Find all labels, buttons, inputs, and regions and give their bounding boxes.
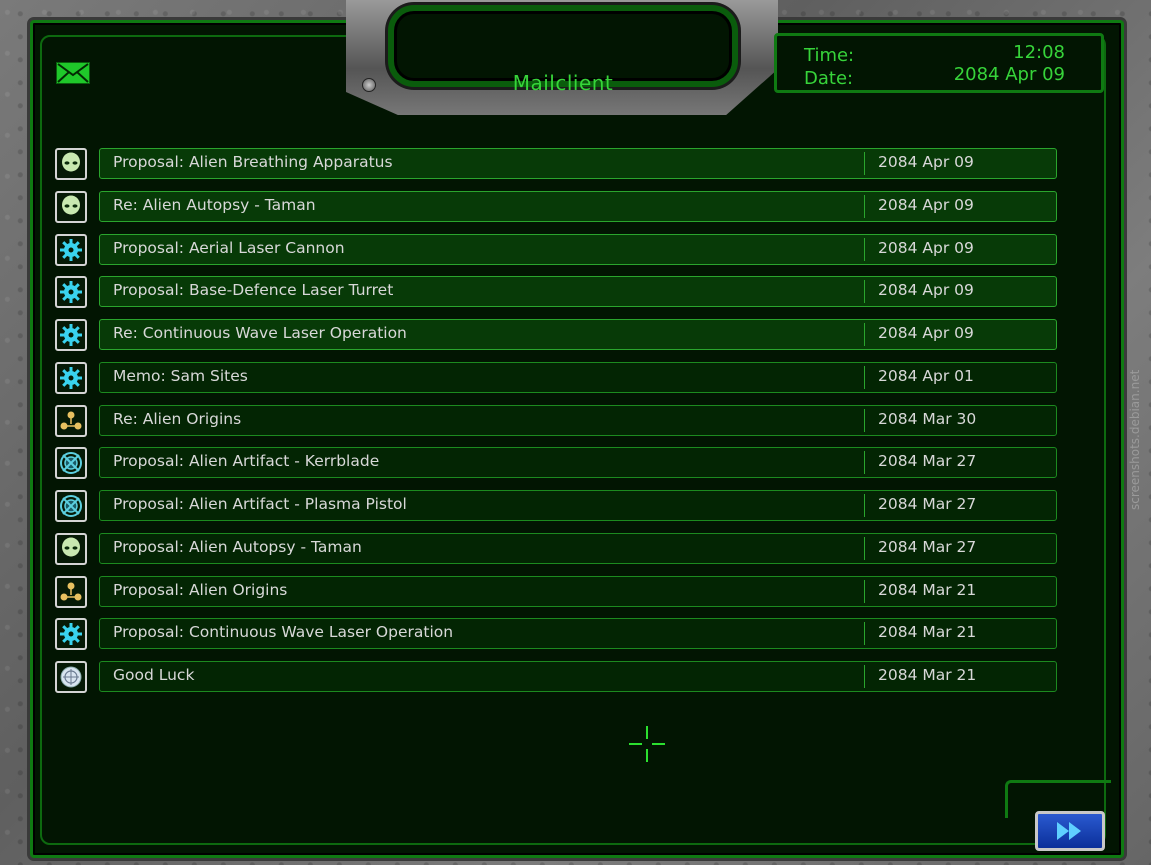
gear-icon <box>55 276 87 308</box>
message-subject: Memo: Sam Sites <box>113 367 248 385</box>
column-divider <box>864 152 865 175</box>
message-row[interactable]: Proposal: Continuous Wave Laser Operatio… <box>55 618 1057 650</box>
message-row[interactable]: Proposal: Alien Origins 2084 Mar 21 <box>55 576 1057 608</box>
alien-head-icon <box>55 191 87 223</box>
title-box: Mailclient <box>388 5 738 95</box>
gear-icon <box>55 362 87 394</box>
message-date: 2084 Mar 27 <box>878 452 977 470</box>
fast-forward-icon <box>1057 822 1081 840</box>
continue-button[interactable] <box>1035 811 1105 851</box>
date-value: 2084 Apr 09 <box>953 64 1065 85</box>
message-date: 2084 Apr 01 <box>878 367 974 385</box>
message-subject: Proposal: Alien Origins <box>113 581 288 599</box>
gear-icon <box>55 234 87 266</box>
message-row[interactable]: Re: Alien Origins 2084 Mar 30 <box>55 405 1057 437</box>
message-row[interactable]: Good Luck 2084 Mar 21 <box>55 661 1057 693</box>
crosshair-cursor-icon <box>629 726 665 762</box>
message-date: 2084 Mar 21 <box>878 666 977 684</box>
alien-head-icon <box>55 533 87 565</box>
molecule-icon <box>55 576 87 608</box>
message-row[interactable]: Proposal: Aerial Laser Cannon 2084 Apr 09 <box>55 234 1057 266</box>
time-label: Time: <box>804 45 855 66</box>
column-divider <box>864 451 865 474</box>
artifact-icon <box>55 447 87 479</box>
message-date: 2084 Mar 27 <box>878 495 977 513</box>
column-divider <box>864 665 865 688</box>
column-divider <box>864 494 865 517</box>
envelope-icon[interactable] <box>56 62 90 84</box>
message-subject: Proposal: Base-Defence Laser Turret <box>113 281 394 299</box>
message-subject: Proposal: Aerial Laser Cannon <box>113 239 345 257</box>
watermark: screenshots.debian.net <box>1128 369 1142 511</box>
message-row[interactable]: Memo: Sam Sites 2084 Apr 01 <box>55 362 1057 394</box>
message-date: 2084 Mar 27 <box>878 538 977 556</box>
column-divider <box>864 323 865 346</box>
message-subject: Proposal: Continuous Wave Laser Operatio… <box>113 623 454 641</box>
message-date: 2084 Mar 30 <box>878 410 977 428</box>
mailclient-panel <box>30 20 1124 858</box>
message-row[interactable]: Proposal: Alien Breathing Apparatus 2084 … <box>55 148 1057 180</box>
message-subject: Re: Alien Autopsy - Taman <box>113 196 316 214</box>
molecule-icon <box>55 405 87 437</box>
message-date: 2084 Mar 21 <box>878 581 977 599</box>
gear-icon <box>55 319 87 351</box>
globe-emblem-icon <box>55 661 87 693</box>
time-value: 12:08 <box>1013 42 1065 63</box>
column-divider <box>864 580 865 603</box>
column-divider <box>864 238 865 261</box>
artifact-icon <box>55 490 87 522</box>
column-divider <box>864 280 865 303</box>
message-date: 2084 Apr 09 <box>878 281 974 299</box>
message-subject: Proposal: Alien Artifact - Kerrblade <box>113 452 380 470</box>
message-row[interactable]: Proposal: Alien Autopsy - Taman 2084 Mar … <box>55 533 1057 565</box>
clock-box: Time: Date: 12:08 2084 Apr 09 <box>774 33 1104 93</box>
message-row[interactable]: Proposal: Base-Defence Laser Turret 2084 … <box>55 276 1057 308</box>
message-subject: Proposal: Alien Autopsy - Taman <box>113 538 362 556</box>
message-date: 2084 Mar 21 <box>878 623 977 641</box>
message-subject: Re: Continuous Wave Laser Operation <box>113 324 407 342</box>
message-row[interactable]: Proposal: Alien Artifact - Plasma Pistol… <box>55 490 1057 522</box>
message-subject: Re: Alien Origins <box>113 410 242 428</box>
column-divider <box>864 537 865 560</box>
column-divider <box>864 409 865 432</box>
screw-decoration <box>362 78 376 92</box>
column-divider <box>864 622 865 645</box>
alien-head-icon <box>55 148 87 180</box>
message-date: 2084 Apr 09 <box>878 324 974 342</box>
window-title: Mailclient <box>512 71 614 95</box>
column-divider <box>864 195 865 218</box>
gear-icon <box>55 618 87 650</box>
date-label: Date: <box>804 68 854 89</box>
message-date: 2084 Apr 09 <box>878 153 974 171</box>
message-row[interactable]: Re: Alien Autopsy - Taman 2084 Apr 09 <box>55 191 1057 223</box>
message-row[interactable]: Proposal: Alien Artifact - Kerrblade 2084… <box>55 447 1057 479</box>
column-divider <box>864 366 865 389</box>
message-subject: Proposal: Alien Artifact - Plasma Pistol <box>113 495 407 513</box>
message-subject: Good Luck <box>113 666 195 684</box>
message-date: 2084 Apr 09 <box>878 196 974 214</box>
message-row[interactable]: Re: Continuous Wave Laser Operation 2084 … <box>55 319 1057 351</box>
message-date: 2084 Apr 09 <box>878 239 974 257</box>
message-subject: Proposal: Alien Breathing Apparatus <box>113 153 393 171</box>
